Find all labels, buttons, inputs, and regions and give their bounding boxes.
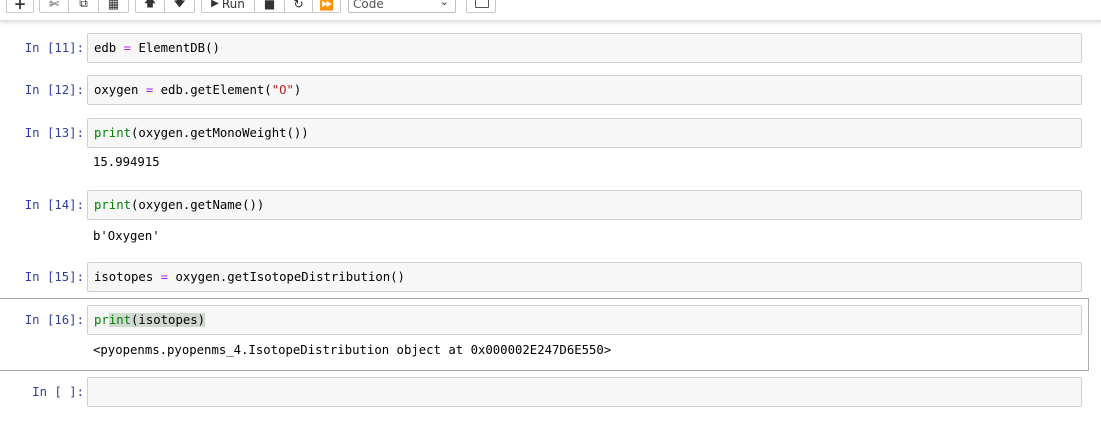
cell-prompt: In [16]: xyxy=(24,313,84,327)
restart-icon: ↻ xyxy=(293,0,304,11)
cell-output: <pyopenms.pyopenms_4.IsotopeDistribution… xyxy=(93,343,612,357)
code-cell: In [11]: edb = ElementDB() xyxy=(0,33,1101,65)
code-input[interactable]: isotopes = oxygen.getIsotopeDistribution… xyxy=(87,262,1082,292)
code-input[interactable]: oxygen = edb.getElement("O") xyxy=(87,75,1082,105)
arrow-down-icon: 🡇 xyxy=(173,0,186,9)
play-icon: ▶ xyxy=(211,0,219,9)
code-cell: In [ ]: xyxy=(0,377,1101,409)
cell-prompt: In [13]: xyxy=(24,126,84,140)
move-up-button[interactable]: 🡅 xyxy=(135,0,165,13)
notebook-toolbar: + ✄ ⧉ ▦ 🡅 🡇 ▶ Run ■ ↻ ⏩ Code ⌄ xyxy=(0,0,1101,21)
code-line: print(oxygen.getName()) xyxy=(94,198,265,212)
cell-output: b'Oxygen' xyxy=(93,229,160,243)
code-cell: In [15]: isotopes = oxygen.getIsotopeDis… xyxy=(0,262,1101,294)
code-cell: In [12]: oxygen = edb.getElement("O") xyxy=(0,75,1101,107)
cell-prompt: In [12]: xyxy=(24,83,84,97)
cell-type-select[interactable]: Code ⌄ xyxy=(348,0,456,13)
code-input[interactable]: print(isotopes) xyxy=(87,305,1082,335)
cell-type-value: Code xyxy=(353,0,384,11)
run-label: Run xyxy=(221,0,245,11)
cell-prompt: In [ ]: xyxy=(32,385,84,399)
stop-icon: ■ xyxy=(263,0,276,11)
paste-button[interactable]: ▦ xyxy=(99,0,129,13)
scissors-icon: ✄ xyxy=(48,0,60,11)
insert-group: + xyxy=(6,0,34,13)
cell-prompt: In [11]: xyxy=(24,41,84,55)
code-input[interactable]: print(oxygen.getMonoWeight()) xyxy=(87,118,1082,148)
move-down-button[interactable]: 🡇 xyxy=(165,0,195,13)
cut-button[interactable]: ✄ xyxy=(39,0,69,13)
code-cell: In [14]: print(oxygen.getName()) b'Oxyge… xyxy=(0,190,1101,252)
run-button[interactable]: ▶ Run xyxy=(201,0,255,13)
keyboard-icon xyxy=(475,0,489,8)
fast-forward-icon: ⏩ xyxy=(319,0,334,11)
restart-run-all-button[interactable]: ⏩ xyxy=(313,0,341,13)
copy-button[interactable]: ⧉ xyxy=(69,0,99,13)
cell-prompt: In [14]: xyxy=(24,198,84,212)
code-line: isotopes = oxygen.getIsotopeDistribution… xyxy=(94,270,405,284)
code-cell: In [13]: print(oxygen.getMonoWeight()) 1… xyxy=(0,118,1101,180)
interrupt-button[interactable]: ■ xyxy=(255,0,285,13)
code-line: print(oxygen.getMonoWeight()) xyxy=(94,126,309,140)
edit-group: ✄ ⧉ ▦ xyxy=(39,0,129,13)
code-line: edb = ElementDB() xyxy=(94,41,220,55)
run-group: ▶ Run ■ ↻ ⏩ xyxy=(201,0,341,13)
chevron-down-icon: ⌄ xyxy=(439,0,449,8)
code-input[interactable] xyxy=(87,377,1082,407)
code-input[interactable]: edb = ElementDB() xyxy=(87,33,1082,63)
arrow-up-icon: 🡅 xyxy=(143,0,157,9)
copy-icon: ⧉ xyxy=(79,0,88,10)
code-cell-selected: In [16]: print(isotopes) <pyopenms.pyope… xyxy=(0,305,1101,367)
code-input[interactable]: print(oxygen.getName()) xyxy=(87,190,1082,220)
move-group: 🡅 🡇 xyxy=(135,0,195,13)
code-line: oxygen = edb.getElement("O") xyxy=(94,83,302,97)
code-line: print(isotopes) xyxy=(94,313,206,327)
insert-cell-button[interactable]: + xyxy=(6,0,34,13)
cell-prompt: In [15]: xyxy=(24,270,84,284)
command-palette-button[interactable] xyxy=(466,0,496,13)
paste-icon: ▦ xyxy=(107,0,120,11)
cell-output: 15.994915 xyxy=(93,155,160,169)
plus-icon: + xyxy=(13,0,27,13)
restart-button[interactable]: ↻ xyxy=(285,0,313,13)
